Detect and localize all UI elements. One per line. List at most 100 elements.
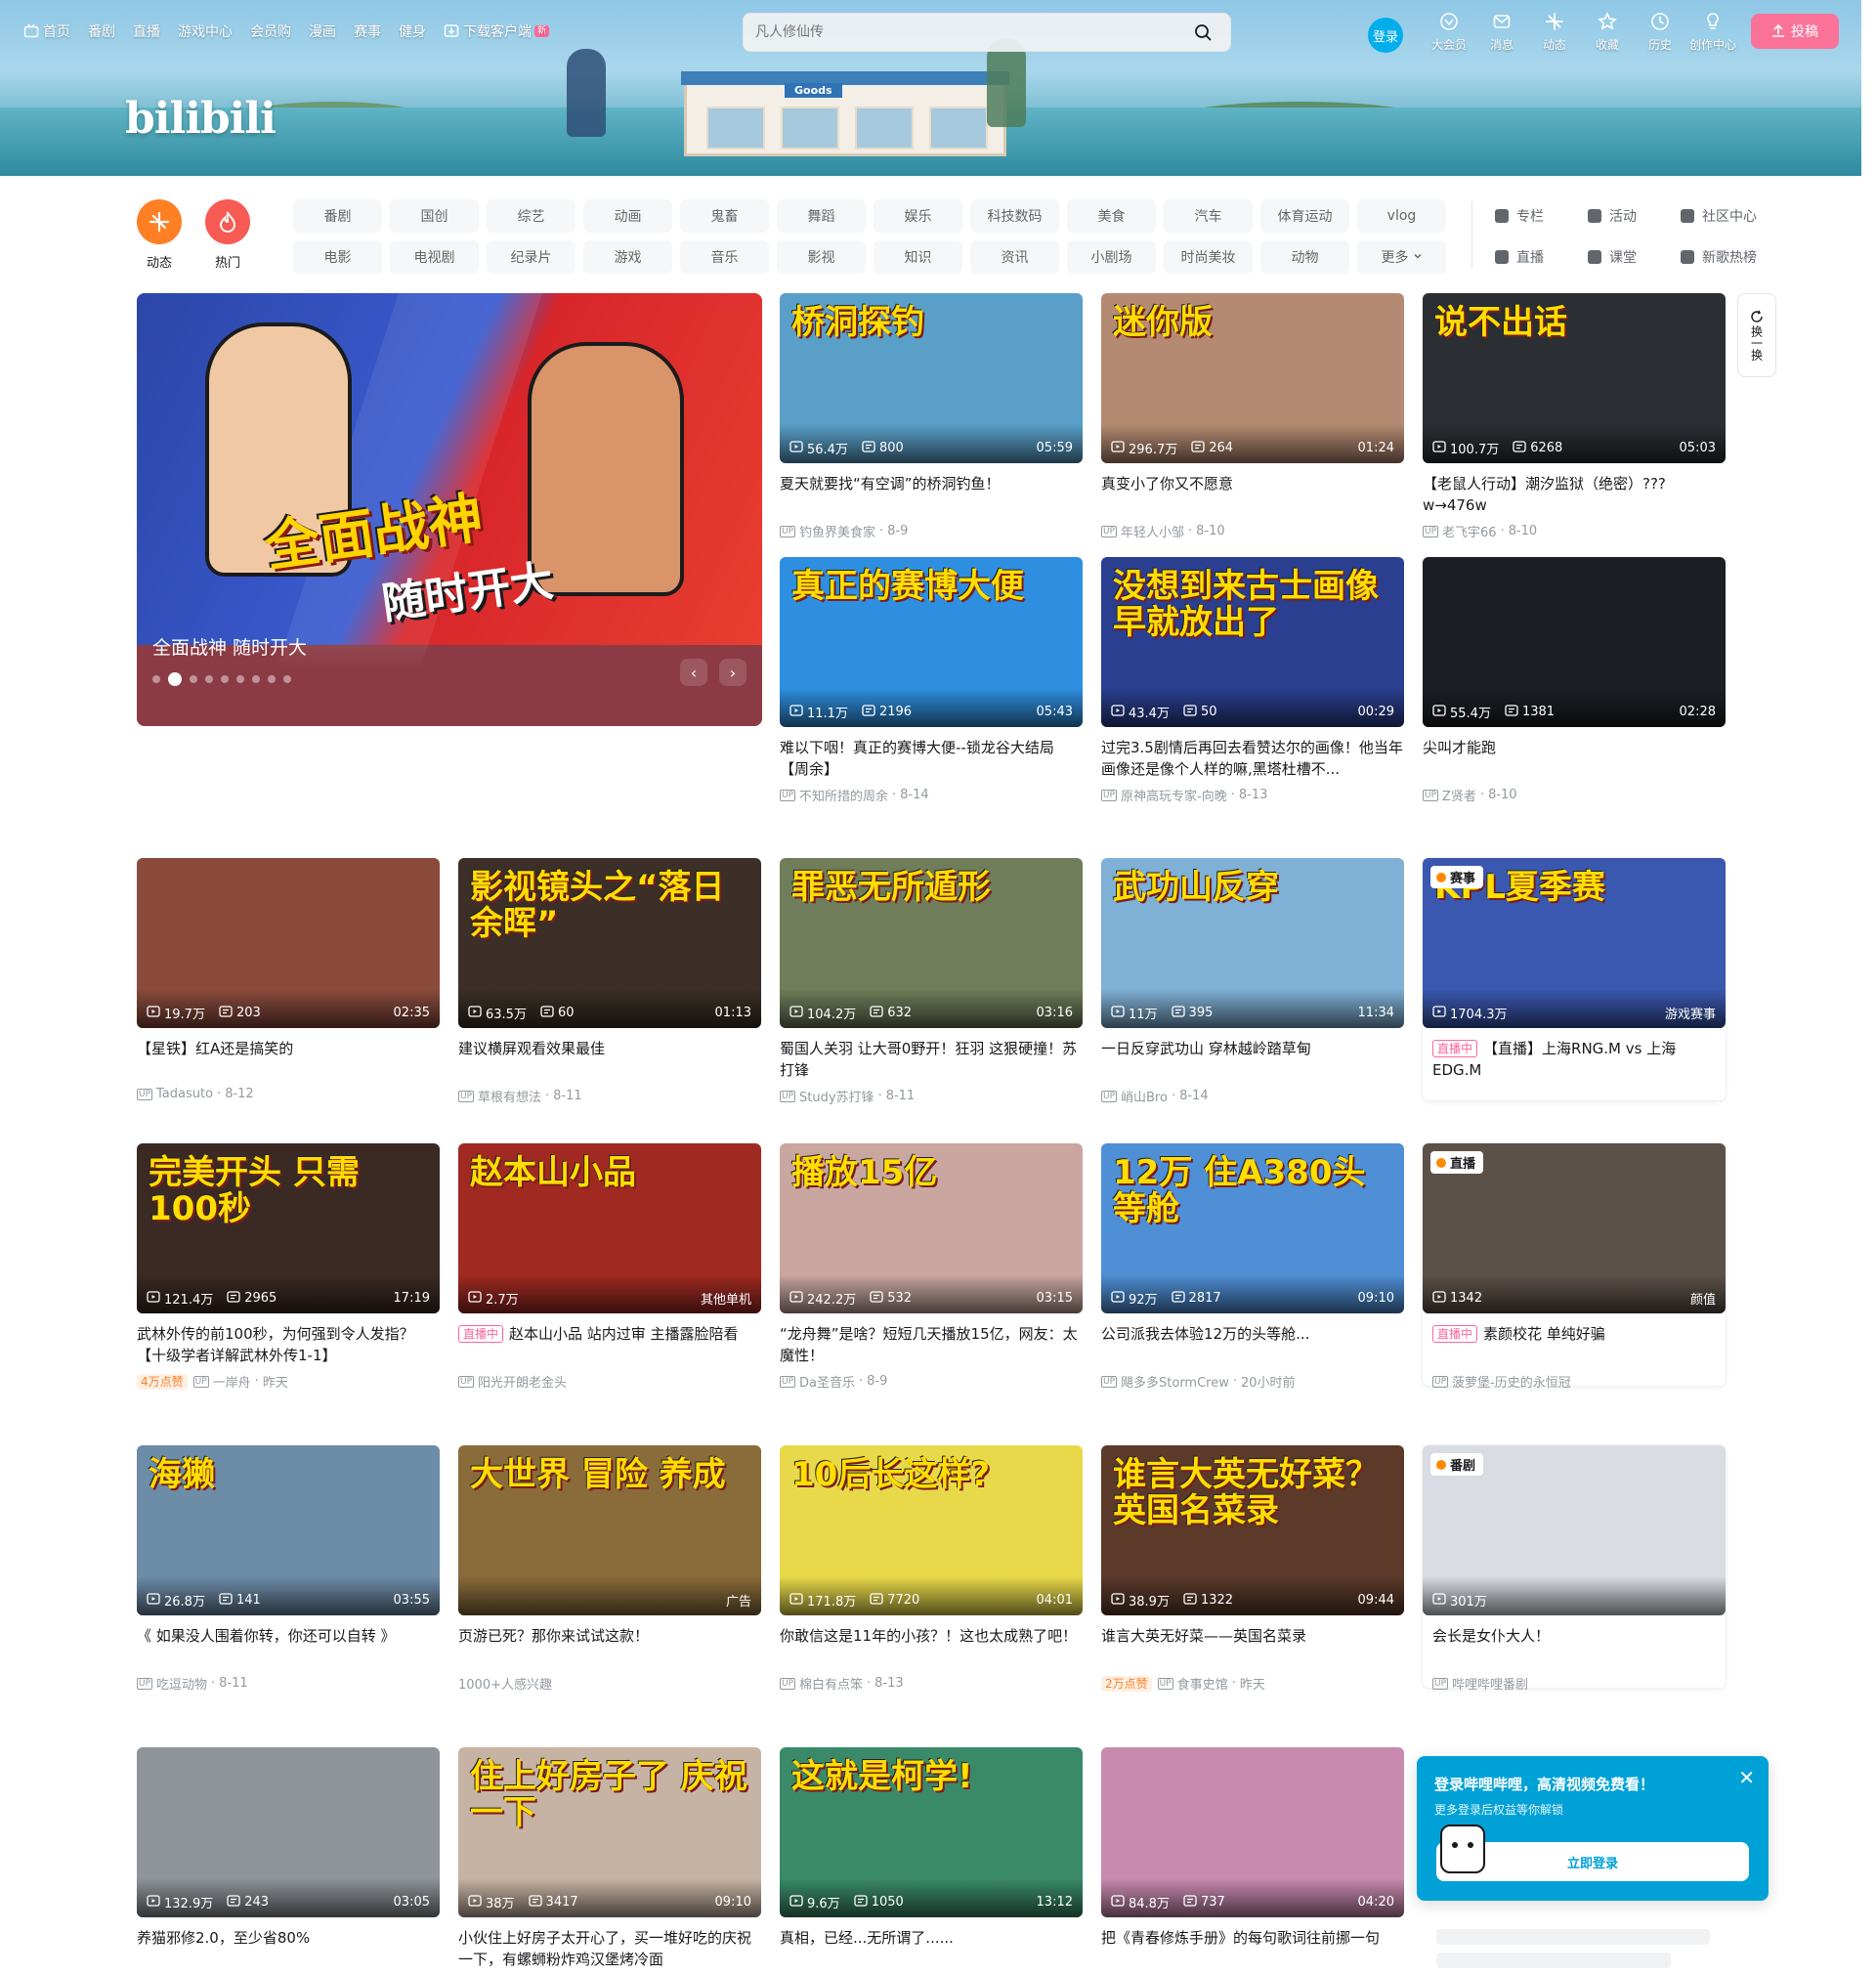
- video-author[interactable]: 吃逗动物: [156, 1674, 207, 1693]
- refresh-button[interactable]: 换一换: [1737, 293, 1776, 377]
- video-title[interactable]: 夏天就要找“有空调”的桥洞钓鱼！: [780, 473, 1083, 516]
- channel-extra-item[interactable]: 活动: [1588, 199, 1681, 233]
- video-title[interactable]: 真相，已经...无所谓了......: [780, 1927, 1083, 1970]
- nav-item[interactable]: 番剧: [88, 21, 115, 41]
- video-card[interactable]: 播放15亿 242.2万 532 03:15 “龙舟舞”是啥？短短几天播放15亿，网友：…: [780, 1143, 1083, 1391]
- nav-item[interactable]: 赛事: [354, 21, 381, 41]
- video-card[interactable]: 这就是柯学! 9.6万 1050 13:12 真相，已经...无所谓了......: [780, 1747, 1083, 1970]
- nav-item[interactable]: 健身: [399, 21, 426, 41]
- channel-extra-item[interactable]: 课堂: [1588, 240, 1681, 274]
- channel-hot[interactable]: 热门: [205, 199, 250, 271]
- video-thumbnail[interactable]: 12万 住A380头等舱 92万 2817 09:10: [1101, 1143, 1404, 1313]
- video-thumbnail[interactable]: 10后长这样? 171.8万 7720 04:01: [780, 1445, 1083, 1615]
- video-author[interactable]: 草根有想法: [478, 1087, 541, 1105]
- video-thumbnail[interactable]: 播放15亿 242.2万 532 03:15: [780, 1143, 1083, 1313]
- channel-extra-item[interactable]: 直播: [1495, 240, 1588, 274]
- search-icon[interactable]: [1187, 17, 1218, 48]
- nav-dynamic-button[interactable]: 动态: [1528, 12, 1581, 53]
- video-thumbnail[interactable]: 赵本山小品 2.7万 其他单机: [458, 1143, 761, 1313]
- carousel-dot[interactable]: [252, 675, 260, 683]
- video-author[interactable]: 1000+人感兴趣: [458, 1674, 552, 1693]
- channel-item[interactable]: vlog: [1357, 199, 1446, 233]
- bilibili-logo[interactable]: bilibili: [125, 94, 277, 144]
- video-thumbnail[interactable]: 番剧 301万: [1423, 1445, 1726, 1615]
- video-author[interactable]: 老飞宇66: [1442, 522, 1497, 540]
- nav-favorite-button[interactable]: 收藏: [1581, 12, 1634, 53]
- video-author[interactable]: 阳光开朗老金头: [478, 1372, 567, 1391]
- video-title[interactable]: 公司派我去体验12万的头等舱...: [1101, 1323, 1404, 1366]
- channel-item[interactable]: 知识: [874, 240, 962, 274]
- channel-item[interactable]: 综艺: [487, 199, 576, 233]
- video-title[interactable]: 谁言大英无好菜——英国名菜录: [1101, 1625, 1404, 1668]
- video-card[interactable]: 住上好房子了 庆祝一下 38万 3417 09:10 小伙住上好房子太开心了，买一堆好吃…: [458, 1747, 761, 1970]
- video-title[interactable]: 难以下咽！真正的赛博大便--锁龙谷大结局【周余】: [780, 737, 1083, 780]
- video-title[interactable]: 过完3.5剧情后再回去看赞达尔的画像！他当年画像还是像个人样的嘛,黑塔杜槽不..…: [1101, 737, 1404, 780]
- channel-item[interactable]: 纪录片: [487, 240, 576, 274]
- video-card[interactable]: 武功山反穿 11万 395 11:34 一日反穿武功山 穿林越岭踏草甸 UP 峭山Bro · 8…: [1101, 858, 1404, 1105]
- login-avatar[interactable]: 登录: [1368, 18, 1403, 53]
- video-title[interactable]: 真变小了你又不愿意: [1101, 473, 1404, 516]
- upload-button[interactable]: 投稿: [1751, 14, 1839, 49]
- video-author[interactable]: Study苏打锋: [799, 1087, 874, 1105]
- nav-item[interactable]: 游戏中心: [178, 21, 233, 41]
- video-thumbnail[interactable]: 132.9万 243 03:05: [137, 1747, 440, 1917]
- video-author[interactable]: 钓鱼界美食家: [799, 522, 875, 540]
- video-author[interactable]: 一岸舟: [213, 1372, 251, 1391]
- video-card[interactable]: KPL夏季赛 赛事 1704.3万 游戏赛事 直播中 【直播】上海RNG.M vs 上海E…: [1423, 858, 1726, 1100]
- video-card[interactable]: 12万 住A380头等舱 92万 2817 09:10 公司派我去体验12万的头等舱..…: [1101, 1143, 1404, 1391]
- nav-item[interactable]: 会员购: [250, 21, 291, 41]
- nav-history-button[interactable]: 历史: [1634, 12, 1686, 53]
- channel-item[interactable]: 美食: [1067, 199, 1156, 233]
- video-thumbnail[interactable]: KPL夏季赛 赛事 1704.3万 游戏赛事: [1423, 858, 1726, 1028]
- video-thumbnail[interactable]: 海獭 26.8万 141 03:55: [137, 1445, 440, 1615]
- video-card[interactable]: 55.4万 1381 02:28 尖叫才能跑 UP Z贤者 · 8-10: [1423, 557, 1726, 804]
- channel-item[interactable]: 音乐: [680, 240, 769, 274]
- video-title[interactable]: 养猫邪修2.0，至少省80%: [137, 1927, 440, 1970]
- nav-creator-button[interactable]: 创作中心: [1686, 12, 1739, 53]
- channel-item[interactable]: 动物: [1260, 240, 1349, 274]
- carousel-title[interactable]: 全面战神 随时开大: [152, 633, 307, 660]
- video-card[interactable]: 影视镜头之“落日余晖” 63.5万 60 01:13 建议横屏观看效果最佳 UP 草根有想法…: [458, 858, 761, 1105]
- video-thumbnail[interactable]: 住上好房子了 庆祝一下 38万 3417 09:10: [458, 1747, 761, 1917]
- channel-dynamic[interactable]: 动态: [137, 199, 182, 271]
- video-thumbnail[interactable]: 罪恶无所遁形 104.2万 632 03:16: [780, 858, 1083, 1028]
- nav-item[interactable]: 下载客户端新: [444, 21, 550, 41]
- video-card[interactable]: 10后长这样? 171.8万 7720 04:01 你敢信这是11年的小孩？！这也太成熟…: [780, 1445, 1083, 1693]
- video-card[interactable]: 桥洞探钓 56.4万 800 05:59 夏天就要找“有空调”的桥洞钓鱼！ UP 钓鱼界美食…: [780, 293, 1083, 540]
- carousel-dot[interactable]: [268, 675, 276, 683]
- video-card[interactable]: 赵本山小品 2.7万 其他单机 直播中 赵本山小品 站内过审 主播露脸陪看 UP 阳光开朗老…: [458, 1143, 761, 1391]
- carousel-dot[interactable]: [190, 675, 197, 683]
- channel-item[interactable]: 影视: [777, 240, 866, 274]
- video-title[interactable]: 尖叫才能跑: [1423, 737, 1726, 780]
- channel-item[interactable]: 游戏: [583, 240, 672, 274]
- carousel-dot[interactable]: [236, 675, 244, 683]
- banner-carousel[interactable]: 全面战神 随时开大 全面战神 随时开大 ‹ ›: [137, 293, 762, 726]
- nav-item[interactable]: 首页: [23, 21, 70, 41]
- video-title[interactable]: “龙舟舞”是啥？短短几天播放15亿，网友：太魔性！: [780, 1323, 1083, 1366]
- video-title[interactable]: 直播中 赵本山小品 站内过审 主播露脸陪看: [458, 1323, 761, 1366]
- video-author[interactable]: 哔哩哔哩番剧: [1452, 1674, 1528, 1693]
- channel-item[interactable]: 国创: [390, 199, 479, 233]
- video-card[interactable]: 132.9万 243 03:05 养猫邪修2.0，至少省80%: [137, 1747, 440, 1970]
- video-card[interactable]: 迷你版 296.7万 264 01:24 真变小了你又不愿意 UP 年轻人小邹 · 8-10: [1101, 293, 1404, 540]
- video-card[interactable]: 完美开头 只需100秒 121.4万 2965 17:19 武林外传的前100秒，为何强…: [137, 1143, 440, 1391]
- video-thumbnail[interactable]: 谁言大英无好菜？英国名菜录 38.9万 1322 09:44: [1101, 1445, 1404, 1615]
- video-card[interactable]: 海獭 26.8万 141 03:55 《 如果没人围着你转，你还可以自转 》 UP 吃逗动物…: [137, 1445, 440, 1693]
- video-card[interactable]: 大世界 冒险 养成 广告 页游已死？那你来试试这款！ 1000+人感兴趣: [458, 1445, 761, 1693]
- video-thumbnail[interactable]: 84.8万 737 04:20: [1101, 1747, 1404, 1917]
- channel-item[interactable]: 舞蹈: [777, 199, 866, 233]
- video-card[interactable]: 19.7万 203 02:35 【星铁】红A还是搞笑的 UP Tadasuto · 8-12: [137, 858, 440, 1101]
- carousel-image[interactable]: 全面战神 随时开大: [137, 293, 762, 726]
- channel-extra-item[interactable]: 专栏: [1495, 199, 1588, 233]
- video-author[interactable]: 不知所措的周余: [799, 786, 888, 804]
- video-author[interactable]: Tadasuto: [156, 1087, 213, 1101]
- channel-extra-item[interactable]: 社区中心: [1681, 199, 1773, 233]
- carousel-next-button[interactable]: ›: [719, 659, 746, 686]
- video-title[interactable]: 把《青春修炼手册》的每句歌词往前挪一句: [1101, 1927, 1404, 1970]
- carousel-dot[interactable]: [205, 675, 213, 683]
- video-title[interactable]: 《 如果没人围着你转，你还可以自转 》: [137, 1625, 440, 1668]
- video-author[interactable]: 年轻人小邹: [1121, 522, 1184, 540]
- video-thumbnail[interactable]: 大世界 冒险 养成 广告: [458, 1445, 761, 1615]
- video-author[interactable]: 峭山Bro: [1121, 1087, 1168, 1105]
- video-thumbnail[interactable]: 这就是柯学! 9.6万 1050 13:12: [780, 1747, 1083, 1917]
